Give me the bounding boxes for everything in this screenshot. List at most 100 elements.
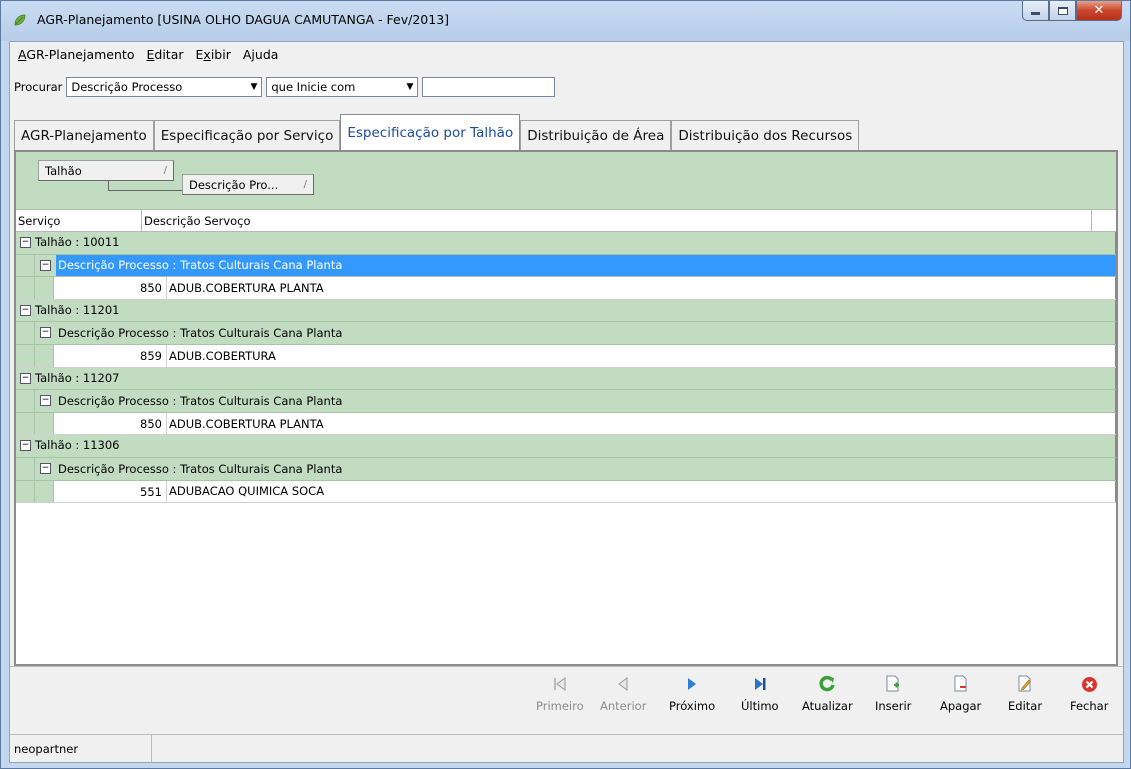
group-chip-talhao[interactable]: Talhão / [38,160,174,181]
group-row-processo[interactable]: − Descrição Processo : Tratos Culturais C… [16,457,1116,481]
group-row-talhao[interactable]: − Talhão : 11207 [16,367,1116,391]
tab-agr-planejamento[interactable]: AGR-Planejamento [14,120,154,150]
group-label: Talhão : 10011 [35,235,120,249]
collapse-icon[interactable]: − [40,259,51,271]
search-input[interactable] [422,77,556,97]
collapse-icon[interactable]: − [40,327,51,339]
group-label: Descrição Processo : Tratos Culturais Ca… [58,461,343,476]
indent-bar [35,277,54,299]
row-edge [1115,367,1116,390]
primeiro-button[interactable]: Primeiro [536,675,584,713]
refresh-icon [818,675,836,693]
navigation-toolbar: Primeiro Anterior Próximo Último Atualiz… [10,666,1123,732]
collapse-icon[interactable]: − [20,372,31,384]
menu-editar[interactable]: Editar [140,47,189,62]
collapse-icon[interactable]: − [40,395,51,407]
primeiro-label: Primeiro [536,699,584,713]
group-chip-label: Descrição Pro... [189,177,279,192]
cell-servico: 859 [140,348,162,363]
search-mode-select[interactable]: que Inicie com ▼ [266,77,419,97]
cell-servico: 551 [140,484,162,499]
search-field-select[interactable]: Descrição Processo ▼ [66,77,263,97]
column-header-descricao[interactable]: Descrição Servoço [142,210,1092,232]
row-edge [1115,390,1116,412]
indent-bar [16,277,35,299]
sort-indicator-icon: / [303,179,307,190]
table-row[interactable]: 850 ADUB.COBERTURA PLANTA [16,412,1116,436]
indent-bar [16,322,35,344]
close-icon: ✕ [1093,3,1105,18]
indent-bar [16,412,35,435]
indent-bar [16,457,35,480]
data-grid: Serviço Descrição Servoço − Talhão : 1001… [16,210,1116,504]
menu-exibir[interactable]: Exibir [190,47,237,62]
cell-servico: 850 [140,281,162,296]
tab-distribuicao-recursos[interactable]: Distribuição dos Recursos [671,120,860,150]
indent-bar [16,480,35,503]
edit-icon [1016,675,1034,693]
tab-especificacao-talhao[interactable]: Especificação por Talhão [340,114,521,150]
proximo-label: Próximo [669,699,716,713]
group-row-talhao[interactable]: − Talhão : 10011 [16,232,1116,255]
menu-agr-planejamento[interactable]: AGR-Planejamento [12,47,140,62]
tab-strip: AGR-Planejamento Especificação por Servi… [14,114,860,150]
proximo-button[interactable]: Próximo [669,675,715,713]
group-label: Descrição Processo : Tratos Culturais Ca… [58,393,343,408]
previous-record-icon [614,675,632,693]
group-row-talhao[interactable]: − Talhão : 11306 [16,435,1116,458]
chevron-down-icon: ▼ [406,82,414,92]
grid-body: − Talhão : 10011− Descrição Processo : Tra… [16,232,1116,504]
status-bar: neopartner [10,734,1123,762]
group-chip-descricao[interactable]: Descrição Pro... / [182,174,314,195]
app-leaf-icon [14,14,26,26]
close-window-button[interactable]: ✕ [1076,1,1122,21]
indent-bar [16,344,35,367]
anterior-button[interactable]: Anterior [600,675,646,713]
inserir-button[interactable]: Inserir [875,675,911,713]
search-field-value: Descrição Processo [71,80,183,94]
group-by-panel: Talhão / Descrição Pro... / [16,152,1116,210]
indent-bar [35,480,54,503]
group-label: Descrição Processo : Tratos Culturais Ca… [58,326,343,341]
row-edge [1115,277,1116,299]
row-edge [1115,232,1116,254]
app-window: AGR-Planejamento [USINA OLHO DAGUA CAMUT… [0,0,1131,769]
minimize-button[interactable] [1022,1,1049,21]
column-header-servico[interactable]: Serviço [16,210,142,232]
atualizar-button[interactable]: Atualizar [802,675,853,713]
group-row-processo[interactable]: − Descrição Processo : Tratos Culturais C… [16,322,1116,345]
collapse-icon[interactable]: − [20,440,31,452]
sort-indicator-icon: / [163,165,167,176]
maximize-button[interactable] [1049,1,1076,21]
group-row-processo[interactable]: − Descrição Processo : Tratos Culturais C… [16,254,1116,278]
group-row-talhao[interactable]: − Talhão : 11201 [16,299,1116,323]
group-label: Talhão : 11207 [35,370,120,385]
cell-descricao: ADUBACAO QUIMICA SOCA [166,480,324,503]
tab-page: Talhão / Descrição Pro... / Serviço Desc… [14,150,1118,666]
fechar-button[interactable]: Fechar [1070,675,1108,713]
collapse-icon[interactable]: − [20,237,31,248]
insert-icon [884,675,902,693]
table-row[interactable]: 850 ADUB.COBERTURA PLANTA [16,277,1116,300]
collapse-icon[interactable]: − [20,304,31,316]
menu-bar: AGR-Planejamento Editar Exibir Ajuda [10,42,1123,66]
close-red-icon [1080,675,1098,693]
table-row[interactable]: 859 ADUB.COBERTURA [16,344,1116,368]
title-bar[interactable]: AGR-Planejamento [USINA OLHO DAGUA CAMUT… [1,1,1130,41]
status-user: neopartner [10,735,152,762]
client-area: AGR-Planejamento Editar Exibir Ajuda Pro… [9,41,1124,763]
delete-icon [952,675,970,693]
table-row[interactable]: 551 ADUBACAO QUIMICA SOCA [16,480,1116,504]
menu-ajuda[interactable]: Ajuda [237,47,285,62]
ultimo-button[interactable]: Último [741,675,779,713]
row-edge [1115,412,1116,435]
tab-distribuicao-area[interactable]: Distribuição de Área [520,120,672,150]
group-row-processo[interactable]: − Descrição Processo : Tratos Culturais C… [16,390,1116,413]
collapse-icon[interactable]: − [40,462,51,474]
group-chip-label: Talhão [45,163,82,178]
editar-button[interactable]: Editar [1008,675,1042,713]
fechar-label: Fechar [1070,699,1109,713]
row-edge [1115,457,1116,480]
tab-especificacao-servico[interactable]: Especificação por Serviço [153,120,341,150]
apagar-button[interactable]: Apagar [940,675,981,713]
